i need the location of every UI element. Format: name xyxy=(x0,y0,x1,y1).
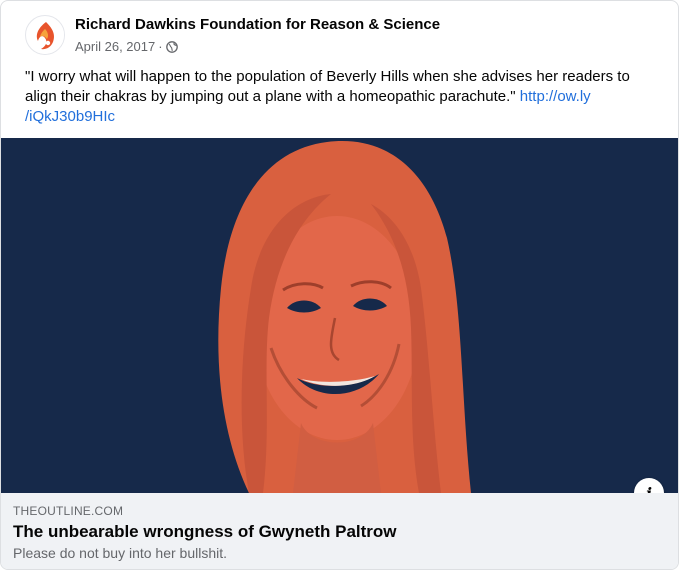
link-title[interactable]: The unbearable wrongness of Gwyneth Palt… xyxy=(13,522,397,542)
post-message: "I worry what will happen to the populat… xyxy=(25,67,657,127)
link-preview-image[interactable] xyxy=(1,138,678,493)
page-name-link[interactable]: Richard Dawkins Foundation for Reason & … xyxy=(75,16,440,33)
post-meta: April 26, 2017 · xyxy=(75,39,178,54)
link-description: Please do not buy into her bullshit. xyxy=(13,545,228,561)
foundation-logo-icon xyxy=(27,17,64,54)
post-date[interactable]: April 26, 2017 xyxy=(75,39,155,54)
post-header: Richard Dawkins Foundation for Reason & … xyxy=(25,15,655,59)
meta-separator: · xyxy=(158,39,163,54)
globe-icon[interactable] xyxy=(165,40,178,53)
post-card: Richard Dawkins Foundation for Reason & … xyxy=(0,0,679,570)
link-domain: THEOUTLINE.COM xyxy=(13,504,124,518)
portrait-photo xyxy=(1,138,678,493)
post-link-line1[interactable]: http://ow.ly xyxy=(520,88,591,105)
link-preview-footer[interactable]: THEOUTLINE.COM The unbearable wrongness … xyxy=(1,493,678,569)
post-link-line2[interactable]: /iQkJ30b9HIc xyxy=(25,108,115,125)
page-avatar[interactable] xyxy=(25,15,65,55)
